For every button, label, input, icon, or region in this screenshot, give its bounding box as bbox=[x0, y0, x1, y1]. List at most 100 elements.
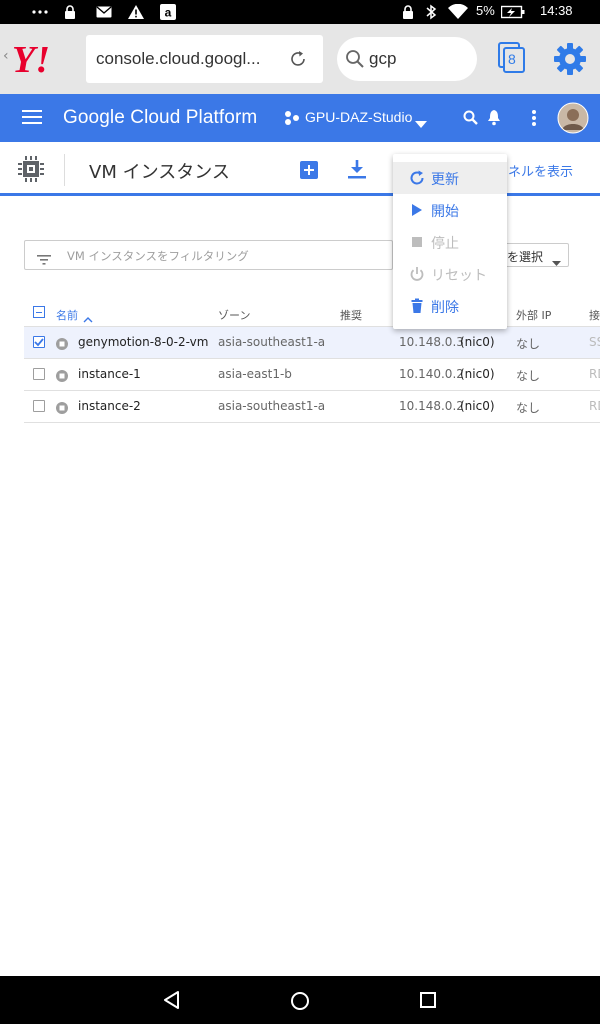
col-header-zone[interactable]: ゾーン bbox=[218, 307, 250, 323]
search-icon[interactable] bbox=[463, 110, 479, 130]
row-checkbox[interactable] bbox=[33, 368, 45, 380]
filter-icon bbox=[37, 250, 51, 269]
table-row[interactable]: genymotion-8-0-2-vm asia-southeast1-a 10… bbox=[24, 327, 600, 359]
page-title: VM インスタンス bbox=[89, 162, 230, 183]
status-bar: a 5% 14:38 bbox=[0, 0, 600, 24]
android-nav-bar bbox=[0, 976, 600, 1024]
search-query[interactable]: gcp bbox=[369, 49, 396, 69]
col-header-external-ip[interactable]: 外部 IP bbox=[516, 307, 551, 323]
select-all-checkbox[interactable] bbox=[33, 306, 45, 318]
refresh-icon bbox=[409, 170, 425, 186]
instance-name-link[interactable]: instance-1 bbox=[78, 367, 141, 381]
internal-ip: 10.140.0.2 bbox=[399, 367, 464, 381]
external-ip: なし bbox=[516, 401, 541, 415]
create-instance-icon[interactable] bbox=[300, 161, 318, 183]
menu-item-label: 開始 bbox=[431, 204, 459, 220]
instance-zone: asia-southeast1-a bbox=[218, 335, 326, 349]
mail-icon bbox=[96, 4, 112, 20]
menu-item-stop: 停止 bbox=[393, 226, 507, 258]
play-icon bbox=[409, 202, 425, 218]
instance-name-link[interactable]: instance-2 bbox=[78, 399, 141, 413]
menu-item-label: 削除 bbox=[431, 300, 459, 316]
table-row[interactable]: instance-2 asia-southeast1-a 10.148.0.2 … bbox=[24, 391, 600, 423]
notifications-bell-icon[interactable] bbox=[487, 109, 501, 130]
svg-text:Y!: Y! bbox=[12, 39, 50, 78]
svg-text:a: a bbox=[165, 6, 172, 20]
stop-icon bbox=[409, 234, 425, 250]
search-box[interactable]: gcp bbox=[337, 37, 477, 81]
nic-link[interactable]: (nic0) bbox=[460, 335, 495, 349]
sort-ascending-icon[interactable] bbox=[83, 309, 93, 328]
toolbar-divider bbox=[64, 154, 65, 186]
row-checkbox[interactable] bbox=[33, 336, 45, 348]
instance-stopped-status-icon bbox=[55, 368, 69, 387]
browser-toolbar: ‹ Y! console.cloud.googl... gcp 8 bbox=[0, 24, 600, 94]
project-selector[interactable]: GPU-DAZ-Studio bbox=[305, 109, 412, 125]
recent-apps-icon[interactable] bbox=[420, 992, 436, 1012]
product-title[interactable]: Google Cloud Platform bbox=[63, 107, 257, 129]
trash-icon bbox=[409, 298, 425, 314]
dropdown-arrow-icon bbox=[552, 252, 561, 271]
col-header-name[interactable]: 名前 bbox=[56, 307, 78, 323]
compute-engine-icon bbox=[16, 154, 46, 188]
filter-placeholder: VM インスタンスをフィルタリング bbox=[67, 249, 249, 263]
col-header-recommendation[interactable]: 推奨 bbox=[340, 307, 362, 323]
dropdown-arrow-icon[interactable] bbox=[415, 114, 427, 133]
lock-icon bbox=[402, 4, 414, 20]
clock: 14:38 bbox=[540, 3, 573, 18]
menu-item-start[interactable]: 開始 bbox=[393, 194, 507, 226]
lock-icon bbox=[64, 4, 76, 20]
internal-ip: 10.148.0.3 bbox=[399, 335, 464, 349]
internal-ip: 10.148.0.2 bbox=[399, 399, 464, 413]
column-select[interactable]: を選択 bbox=[500, 243, 569, 267]
more-vert-icon[interactable] bbox=[531, 109, 537, 131]
tabs-count: 8 bbox=[508, 51, 516, 67]
settings-gear-icon[interactable] bbox=[552, 41, 588, 81]
column-select-label: を選択 bbox=[507, 250, 544, 264]
nic-link[interactable]: (nic0) bbox=[460, 399, 495, 413]
instance-zone: asia-east1-b bbox=[218, 367, 292, 381]
instance-name-link[interactable]: genymotion-8-0-2-vm bbox=[78, 335, 208, 349]
url-bar[interactable]: console.cloud.googl... bbox=[86, 35, 323, 83]
instance-stopped-status-icon bbox=[55, 336, 69, 355]
menu-item-label: 更新 bbox=[431, 172, 459, 188]
table-row[interactable]: instance-1 asia-east1-b 10.140.0.2 (nic0… bbox=[24, 359, 600, 391]
warning-icon bbox=[128, 4, 144, 20]
back-chevron-icon[interactable]: ‹ bbox=[3, 48, 9, 64]
search-icon bbox=[345, 49, 365, 73]
gcp-header: Google Cloud Platform GPU-DAZ-Studio bbox=[0, 94, 600, 142]
row-checkbox[interactable] bbox=[33, 400, 45, 412]
avatar[interactable] bbox=[557, 102, 589, 138]
battery-icon bbox=[501, 4, 525, 20]
nic-link[interactable]: (nic0) bbox=[460, 367, 495, 381]
connect-button[interactable]: RD bbox=[589, 367, 600, 381]
url-text[interactable]: console.cloud.googl... bbox=[96, 49, 260, 69]
hamburger-menu-icon[interactable] bbox=[22, 109, 42, 129]
bluetooth-icon bbox=[425, 4, 437, 20]
yahoo-logo[interactable]: Y! bbox=[12, 38, 82, 82]
project-icon bbox=[284, 110, 300, 130]
menu-item-reset: リセット bbox=[393, 258, 507, 290]
back-icon[interactable] bbox=[163, 991, 181, 1013]
reload-icon[interactable] bbox=[288, 49, 308, 73]
instance-zone: asia-southeast1-a bbox=[218, 399, 326, 413]
instance-actions-menu: 更新 開始 停止 リセット 削除 bbox=[393, 154, 507, 329]
power-icon bbox=[409, 266, 425, 282]
home-icon[interactable] bbox=[290, 991, 310, 1015]
col-header-connect[interactable]: 接 bbox=[589, 307, 600, 323]
amazon-app-icon: a bbox=[160, 4, 176, 20]
show-info-panel-link[interactable]: ネルを表示 bbox=[508, 161, 573, 180]
menu-item-refresh[interactable]: 更新 bbox=[393, 162, 507, 194]
import-download-icon[interactable] bbox=[347, 160, 367, 184]
connect-button[interactable]: SS bbox=[589, 335, 600, 349]
menu-item-delete[interactable]: 削除 bbox=[393, 290, 507, 322]
page-toolbar: VM インスタンス ネルを表示 bbox=[0, 142, 600, 196]
more-notifications-icon bbox=[32, 4, 48, 20]
connect-button[interactable]: RD bbox=[589, 399, 600, 413]
external-ip: なし bbox=[516, 369, 541, 383]
menu-item-label: 停止 bbox=[431, 236, 459, 252]
battery-percent: 5% bbox=[476, 3, 495, 18]
wifi-icon bbox=[448, 4, 468, 20]
table-header bbox=[24, 296, 600, 327]
filter-input[interactable]: VM インスタンスをフィルタリング bbox=[24, 240, 393, 270]
